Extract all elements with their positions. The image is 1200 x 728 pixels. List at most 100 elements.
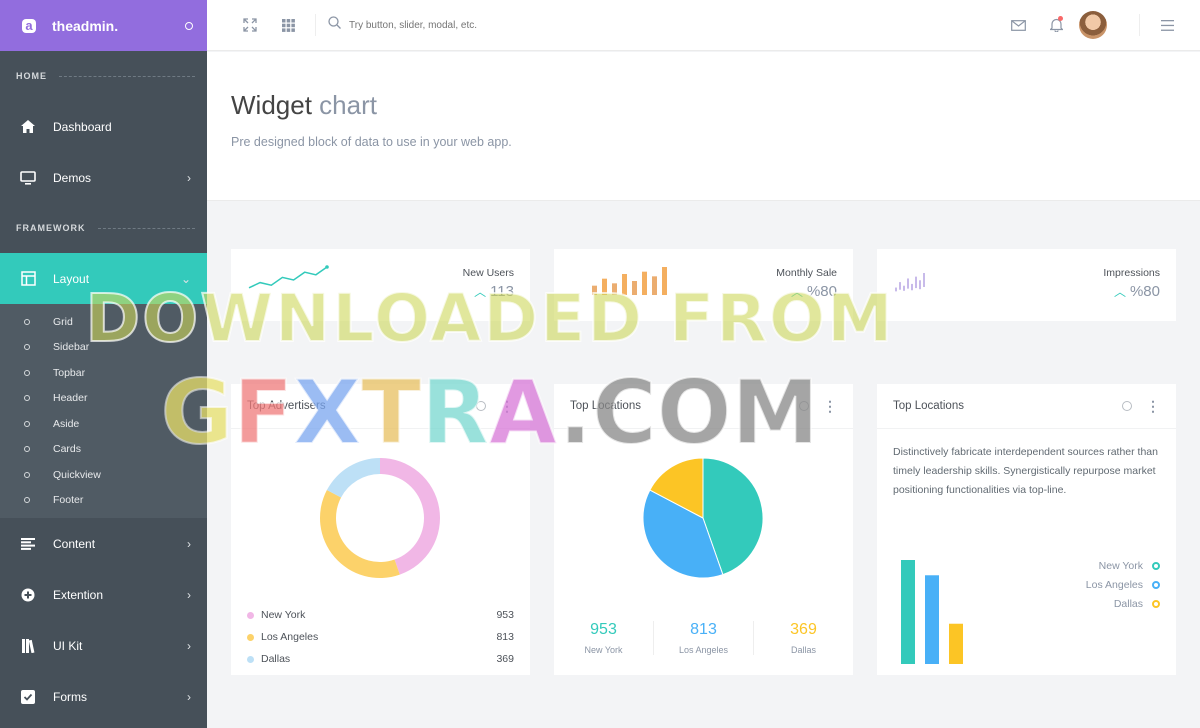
legend-value: 369 [496,653,514,665]
submenu-item-grid[interactable]: Grid [0,309,207,335]
sidebar-item-extention[interactable]: Extention › [0,569,207,620]
checkbox-icon [20,689,36,704]
legend-ring-icon [1152,581,1160,589]
card-description: Distinctively fabricate interdependent s… [893,446,1158,496]
submenu-label: Aside [53,417,80,430]
chevron-right-icon: › [187,536,191,551]
align-icon [20,537,36,551]
sidebar-item-dashboard[interactable]: Dashboard [0,101,207,152]
topbar-divider [315,14,316,36]
sparkline-bar [592,267,667,295]
card-header: Top Locations ⋮ [877,384,1176,429]
notification-dot [1058,16,1063,21]
more-icon[interactable]: ⋮ [823,399,837,413]
chevron-right-icon: › [187,638,191,653]
circle-icon [24,344,30,351]
legend-item: New York 953 [231,604,530,626]
section-framework: FRAMEWORK [0,203,207,253]
legend-ring-icon [1152,600,1160,608]
pie-stat-label: Dallas [790,645,816,655]
submenu-label: Grid [53,315,73,328]
refresh-icon[interactable] [799,401,809,411]
fullscreen-icon[interactable] [235,10,265,40]
sparkline-path [248,266,328,289]
sidebar-toggle-icon[interactable] [185,21,193,30]
submenu-item-footer[interactable]: Footer [0,488,207,514]
monitor-icon [20,170,36,185]
submenu-item-cards[interactable]: Cards [0,437,207,463]
submenu-item-sidebar[interactable]: Sidebar [0,335,207,361]
more-icon[interactable]: ⋮ [1146,399,1160,413]
legend-dot [247,655,254,663]
legend-ring-icon [1152,562,1160,570]
sidebar-item-ui-kit[interactable]: UI Kit › [0,620,207,671]
sidebar-item-label: Content [53,536,96,551]
stat-card-impressions: Impressions ︿ %80 [877,249,1176,321]
card-top-locations-bars: Top Locations ⋮ Distinctively fabricate … [877,384,1176,675]
chevron-right-icon: › [187,170,191,185]
card-header: Top Advertisers ⋮ [231,384,530,429]
grid-icon[interactable] [273,10,303,40]
circle-icon [24,395,30,402]
chevron-down-icon: ⌄ [180,271,191,286]
legend-item: Dallas 369 [231,648,530,670]
bar-dallas [949,623,963,664]
refresh-icon[interactable] [1122,401,1132,411]
brand-logo[interactable]: a [22,18,36,33]
circle-icon [24,446,30,453]
chevron-right-icon: › [187,689,191,704]
submenu-label: Sidebar [53,341,90,354]
circle-icon [24,471,30,478]
more-icon[interactable]: ⋮ [500,399,514,413]
refresh-icon[interactable] [476,401,486,411]
legend-label: Dallas [261,653,291,665]
submenu-item-topbar[interactable]: Topbar [0,360,207,386]
mail-icon[interactable] [1003,10,1033,40]
menu-icon[interactable] [1152,10,1182,40]
submenu-item-header[interactable]: Header [0,386,207,412]
sidebar-item-label: Dashboard [53,119,112,134]
pie-stat-value: 813 [690,621,717,638]
plus-circle-icon [20,588,36,602]
bar-legend-item: Los Angeles [1086,579,1160,591]
pie-chart [642,457,764,579]
section-home: HOME [0,51,207,101]
bar-legend-item: New York [1099,560,1160,572]
submenu-label: Footer [53,494,84,507]
legend-list: New York 953 Los Angeles 813 Dallas 369 [231,604,530,670]
sparkline-point [325,265,329,269]
circle-icon [24,318,30,325]
search-icon [328,16,341,34]
arrow-up-icon: ︿ [1113,285,1126,299]
stat-card-new-users: New Users ︿ 113 [231,249,530,321]
sidebar-item-label: UI Kit [53,638,83,653]
sidebar-item-content[interactable]: Content › [0,518,207,569]
search-input[interactable] [349,19,649,31]
submenu-item-aside[interactable]: Aside [0,411,207,437]
donut-slice-los-angeles [320,490,400,578]
submenu-item-quickview[interactable]: Quickview [0,462,207,488]
sidebar-item-layout[interactable]: Layout ⌄ [0,253,207,304]
sidebar-item-demos[interactable]: Demos › [0,152,207,203]
legend-dot [247,633,254,641]
sidebar-item-forms[interactable]: Forms › [0,671,207,722]
circle-icon [24,497,30,504]
pie-stat-label: Los Angeles [678,645,729,655]
search-bar [328,16,1003,34]
sidebar-bottom-items: Content › Extention › UI Kit › Forms › [0,518,207,722]
title-light: chart [319,90,377,120]
submenu-label: Topbar [53,366,86,379]
brand-name[interactable]: theadmin. [52,18,185,34]
arrow-up-icon: ︿ [474,285,487,299]
card-title: Top Locations [570,400,641,412]
stat-card-monthly-sale: Monthly Sale ︿ %80 [554,249,853,321]
bar-legend-label: New York [1098,560,1143,572]
sidebar-item-label: Demos [53,170,92,185]
arrow-up-icon: ︿ [790,285,803,299]
bell-icon[interactable] [1041,10,1071,40]
home-icon [20,120,36,134]
book-icon [20,638,36,653]
avatar[interactable] [1079,11,1107,39]
brand-bar: a theadmin. [0,0,207,51]
legend-dot [247,611,254,619]
